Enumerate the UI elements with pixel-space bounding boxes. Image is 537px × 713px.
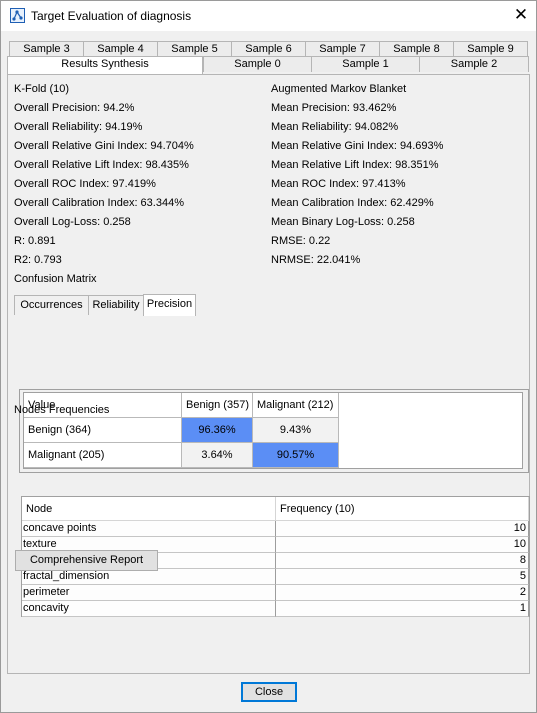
nf-header-frequency: Frequency (10) <box>276 497 529 521</box>
nf-node-cell: concavity <box>22 601 276 617</box>
tab-results-synthesis[interactable]: Results Synthesis <box>7 56 203 74</box>
nf-frequency-cell: 1 <box>276 601 529 617</box>
nf-frequency-cell: 2 <box>276 585 529 601</box>
stat-left-0: K-Fold (10) <box>14 83 70 95</box>
cm-cell: 9.43% <box>253 418 339 443</box>
tab-sample-9[interactable]: Sample 9 <box>453 41 528 57</box>
stat-right-6: Mean Calibration Index: 62.429% <box>271 197 434 209</box>
stat-left-7: Overall Log-Loss: 0.258 <box>14 216 131 228</box>
cm-cell: 3.64% <box>182 443 253 468</box>
cm-tab-precision[interactable]: Precision <box>143 294 196 316</box>
stat-left-1: Overall Precision: 94.2% <box>14 102 135 114</box>
tab-sample-5[interactable]: Sample 5 <box>157 41 232 57</box>
stat-left-4: Overall Relative Lift Index: 98.435% <box>14 159 189 171</box>
tab-sample-4[interactable]: Sample 4 <box>83 41 158 57</box>
tab-sample-1[interactable]: Sample 1 <box>311 56 420 72</box>
sample-tabs-row-2: Results Synthesis Sample 0 Sample 1 Sample … <box>7 56 529 74</box>
stat-right-1: Mean Precision: 93.462% <box>271 102 397 114</box>
close-icon[interactable]: ✕ <box>507 2 535 30</box>
stat-left-6: Overall Calibration Index: 63.344% <box>14 197 184 209</box>
cm-header-1: Benign (357) <box>182 393 253 418</box>
tab-sample-3[interactable]: Sample 3 <box>9 41 84 57</box>
cm-header-2: Malignant (212) <box>253 393 339 418</box>
cm-row-label: Benign (364) <box>24 418 182 443</box>
stat-left-8: R: 0.891 <box>14 235 56 247</box>
stat-right-3: Mean Relative Gini Index: 94.693% <box>271 140 444 152</box>
stat-left-10: Confusion Matrix <box>14 273 97 285</box>
cm-row-label: Malignant (205) <box>24 443 182 468</box>
stat-right-4: Mean Relative Lift Index: 98.351% <box>271 159 439 171</box>
nf-frequency-cell: 10 <box>276 537 529 553</box>
evaluation-window: Target Evaluation of diagnosis ✕ Sample … <box>0 0 537 713</box>
nf-frequency-cell: 5 <box>276 569 529 585</box>
stat-left-3: Overall Relative Gini Index: 94.704% <box>14 140 194 152</box>
tab-sample-6[interactable]: Sample 6 <box>231 41 306 57</box>
window-title: Target Evaluation of diagnosis <box>31 9 192 23</box>
nf-frequency-cell: 8 <box>276 553 529 569</box>
tab-sample-2[interactable]: Sample 2 <box>419 56 529 72</box>
tab-sample-0[interactable]: Sample 0 <box>203 56 312 72</box>
stat-left-5: Overall ROC Index: 97.419% <box>14 178 156 190</box>
nf-header-node: Node <box>22 497 276 521</box>
confusion-matrix-container: Value Benign (357) Malignant (212) Benign (… <box>19 389 529 473</box>
stat-right-9: NRMSE: 22.041% <box>271 254 361 266</box>
results-synthesis-panel: K-Fold (10) Overall Precision: 94.2% Overa… <box>7 74 530 674</box>
stat-right-2: Mean Reliability: 94.082% <box>271 121 399 133</box>
title-bar: Target Evaluation of diagnosis ✕ <box>1 1 536 31</box>
nf-frequency-cell: 10 <box>276 521 529 537</box>
close-button[interactable]: Close <box>241 682 297 702</box>
stat-right-0: Augmented Markov Blanket <box>271 83 407 95</box>
stat-left-9: R2: 0.793 <box>14 254 62 266</box>
stat-right-8: RMSE: 0.22 <box>271 235 331 247</box>
cm-tab-occurrences[interactable]: Occurrences <box>14 295 89 315</box>
comprehensive-report-button[interactable]: Comprehensive Report <box>15 550 158 571</box>
nf-node-cell: concave points <box>22 521 276 537</box>
stat-right-7: Mean Binary Log-Loss: 0.258 <box>271 216 415 228</box>
cm-tab-reliability[interactable]: Reliability <box>88 295 144 315</box>
network-graph-icon <box>10 8 25 23</box>
nf-node-cell: fractal_dimension <box>22 569 276 585</box>
tab-sample-8[interactable]: Sample 8 <box>379 41 454 57</box>
stat-right-5: Mean ROC Index: 97.413% <box>271 178 406 190</box>
nf-node-cell: perimeter <box>22 585 276 601</box>
tab-sample-7[interactable]: Sample 7 <box>305 41 380 57</box>
cm-cell: 90.57% <box>253 443 339 468</box>
nodes-frequencies-title: Nodes Frequencies <box>14 404 110 416</box>
stat-left-2: Overall Reliability: 94.19% <box>14 121 143 133</box>
cm-cell: 96.36% <box>182 418 253 443</box>
